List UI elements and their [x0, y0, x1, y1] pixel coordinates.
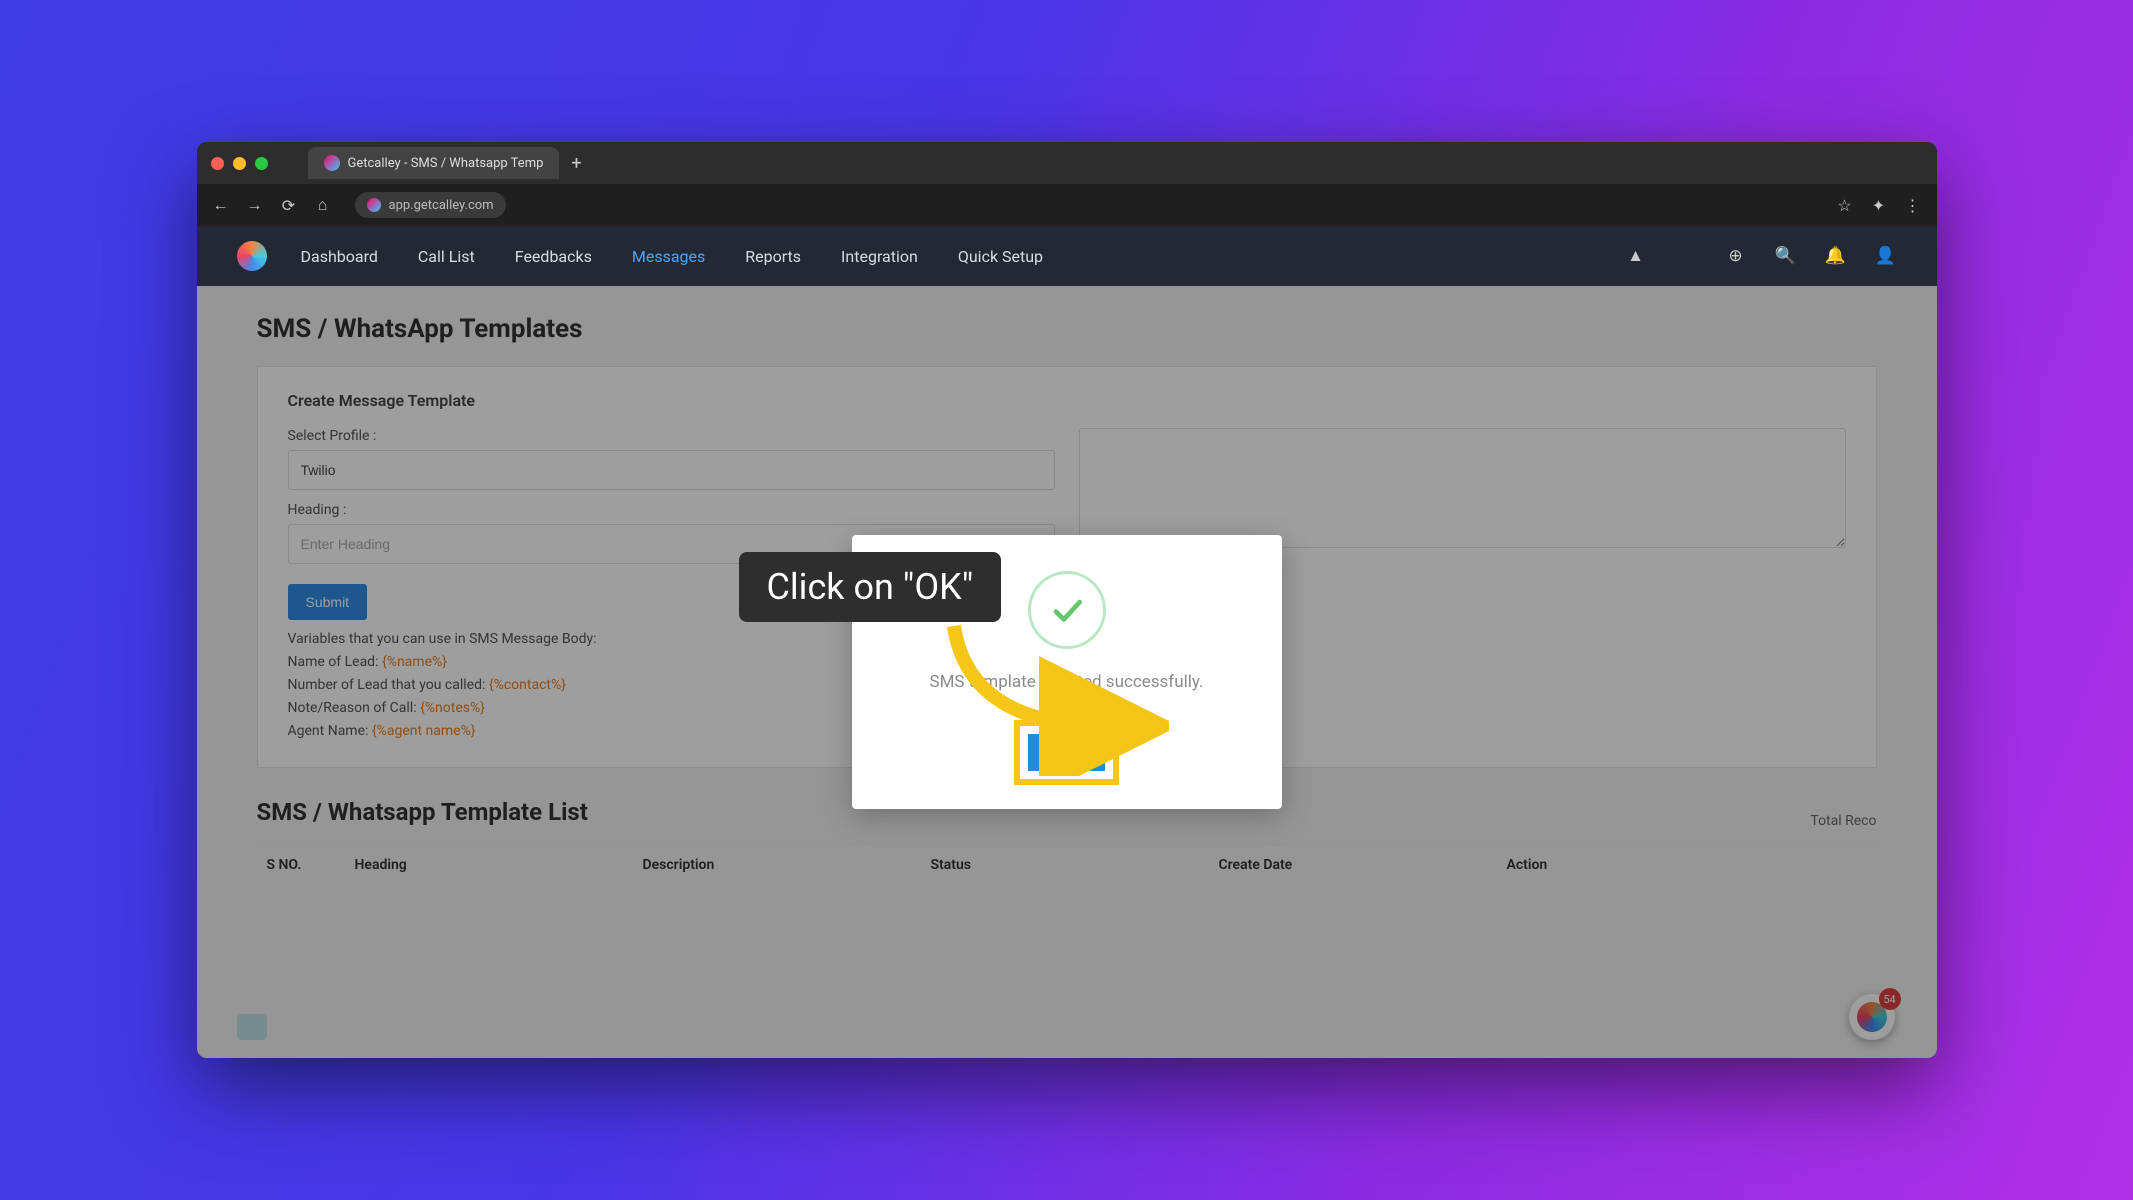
- reload-icon[interactable]: ⟳: [279, 196, 299, 215]
- nav-reports[interactable]: Reports: [745, 247, 801, 266]
- nav-quick-setup[interactable]: Quick Setup: [958, 247, 1043, 266]
- new-tab-button[interactable]: +: [571, 153, 581, 174]
- close-window-icon[interactable]: [211, 157, 224, 170]
- menu-icon[interactable]: ⋮: [1903, 196, 1923, 215]
- search-icon[interactable]: 🔍: [1775, 246, 1797, 266]
- browser-tab[interactable]: Getcalley - SMS / Whatsapp Temp: [308, 147, 560, 179]
- home-icon[interactable]: ⌂: [313, 195, 333, 215]
- bell-icon[interactable]: 🔔: [1825, 246, 1847, 266]
- browser-window: Getcalley - SMS / Whatsapp Temp + ← → ⟳ …: [197, 142, 1937, 1058]
- favicon-icon: [324, 155, 340, 171]
- nav-feedbacks[interactable]: Feedbacks: [515, 247, 592, 266]
- modal-backdrop: SMS template inserted successfully. OK: [197, 286, 1937, 1058]
- nav-dashboard[interactable]: Dashboard: [301, 247, 378, 266]
- callout-text: Click on "OK": [739, 552, 1002, 622]
- app-logo-icon[interactable]: [237, 241, 267, 271]
- extensions-icon[interactable]: ✦: [1869, 196, 1889, 215]
- nav-integration[interactable]: Integration: [841, 247, 918, 266]
- nav-messages[interactable]: Messages: [632, 247, 705, 266]
- site-icon: [367, 198, 381, 212]
- maximize-window-icon[interactable]: [255, 157, 268, 170]
- back-icon[interactable]: ←: [211, 195, 231, 215]
- url-text: app.getcalley.com: [389, 198, 494, 213]
- modal-message: SMS template inserted successfully.: [929, 671, 1203, 695]
- user-icon[interactable]: 👤: [1875, 246, 1897, 266]
- window-controls: [211, 157, 268, 170]
- forward-icon[interactable]: →: [245, 195, 265, 215]
- minimize-window-icon[interactable]: [233, 157, 246, 170]
- globe-icon[interactable]: ⊕: [1725, 246, 1747, 266]
- ok-button[interactable]: OK: [1028, 734, 1106, 771]
- address-bar: ← → ⟳ ⌂ app.getcalley.com ☆ ✦ ⋮: [197, 184, 1937, 226]
- url-field[interactable]: app.getcalley.com: [355, 192, 506, 218]
- success-check-icon: [1028, 571, 1106, 649]
- titlebar: Getcalley - SMS / Whatsapp Temp +: [197, 142, 1937, 184]
- star-icon[interactable]: ☆: [1835, 196, 1855, 215]
- tab-title: Getcalley - SMS / Whatsapp Temp: [348, 156, 544, 171]
- tutorial-callout: Click on "OK": [739, 552, 1002, 622]
- nav-call-list[interactable]: Call List: [418, 247, 475, 266]
- ok-highlight-frame: OK: [1014, 720, 1120, 785]
- app-navbar: Dashboard Call List Feedbacks Messages Repor…: [197, 226, 1937, 286]
- android-icon[interactable]: ▲: [1625, 246, 1647, 266]
